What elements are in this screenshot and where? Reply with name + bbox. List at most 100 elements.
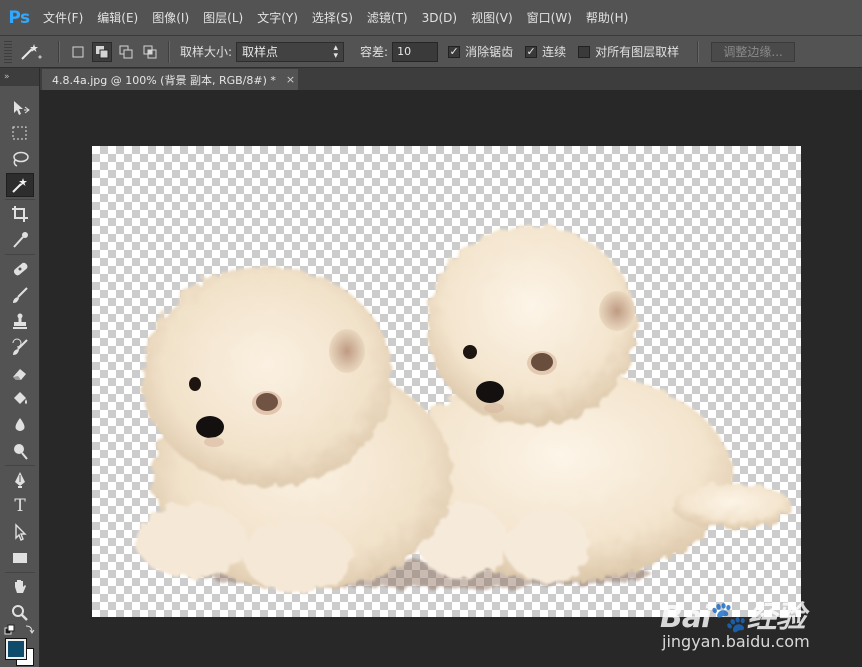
marquee-tool[interactable]	[6, 121, 34, 145]
eyedropper-icon	[13, 232, 28, 248]
stamp-icon	[13, 313, 27, 329]
contiguous-option[interactable]: ✓ 连续	[525, 43, 566, 60]
lasso-tool[interactable]	[6, 147, 34, 171]
intersect-selection-button[interactable]	[140, 42, 160, 62]
checkmark-icon: ✓	[449, 44, 459, 58]
document-tab[interactable]: 4.8.4a.jpg @ 100% (背景 副本, RGB/8#) * ×	[42, 69, 298, 90]
marquee-icon	[12, 126, 27, 140]
watermark-url: jingyan.baidu.com	[662, 632, 810, 651]
hand-tool[interactable]	[6, 575, 34, 599]
sample-size-select[interactable]: 取样点 ▴ ▾	[236, 41, 345, 62]
menu-layer[interactable]: 图层(L)	[196, 0, 250, 36]
tolerance-input[interactable]	[392, 41, 439, 62]
watermark-logo: Bai🐾经验	[660, 592, 810, 636]
blur-tool[interactable]	[6, 413, 34, 437]
options-bar-grip[interactable]	[4, 40, 12, 63]
baidu-jingyan-watermark: Bai🐾经验 jingyan.baidu.com	[660, 592, 810, 651]
checkmark-icon: ✓	[526, 44, 536, 58]
add-to-selection-button[interactable]	[92, 41, 112, 62]
puppies-image	[137, 226, 792, 592]
dodge-icon	[14, 444, 28, 460]
add-to-selection-icon	[96, 45, 109, 58]
brush-tool[interactable]	[6, 283, 34, 307]
tool-separator	[5, 254, 35, 255]
paint-bucket-icon	[14, 392, 27, 404]
rectangle-tool[interactable]	[6, 546, 34, 570]
eyedropper-tool[interactable]	[6, 228, 34, 252]
toolbox: » T	[0, 68, 40, 667]
paw-icon: 🐾	[710, 600, 747, 635]
menu-help[interactable]: 帮助(H)	[579, 0, 635, 36]
magic-wand-icon	[12, 178, 27, 193]
brush-icon	[13, 287, 28, 303]
path-selection-icon	[15, 523, 27, 541]
rectangle-icon	[13, 553, 27, 563]
magic-wand-icon	[21, 43, 42, 60]
magic-wand-tool[interactable]	[6, 173, 34, 197]
pen-tool[interactable]	[6, 468, 34, 492]
zoom-icon	[12, 605, 28, 621]
menu-image[interactable]: 图像(I)	[145, 0, 196, 36]
sample-size-label: 取样大小:	[180, 45, 233, 59]
document-tab-bar: 4.8.4a.jpg @ 100% (背景 副本, RGB/8#) * ×	[40, 68, 862, 90]
contiguous-checkbox[interactable]: ✓	[525, 44, 538, 58]
refine-edge-button[interactable]: 调整边缘...	[711, 41, 796, 62]
menu-select[interactable]: 选择(S)	[305, 0, 360, 36]
eraser-icon	[13, 369, 26, 380]
menu-edit[interactable]: 编辑(E)	[90, 0, 145, 36]
hand-icon	[15, 580, 26, 593]
foreground-color-swatch[interactable]	[5, 638, 27, 660]
antialias-checkbox[interactable]: ✓	[448, 44, 461, 58]
menu-window[interactable]: 窗口(W)	[520, 0, 579, 36]
sample-size-value: 取样点	[242, 45, 279, 59]
document-canvas[interactable]	[92, 146, 801, 617]
menu-type[interactable]: 文字(Y)	[250, 0, 305, 36]
sample-all-layers-option[interactable]: 对所有图层取样	[578, 43, 679, 60]
lasso-icon	[13, 151, 29, 167]
watermark-logo-text: Bai	[660, 600, 711, 635]
clone-stamp-tool[interactable]	[6, 309, 34, 333]
type-tool[interactable]: T	[6, 494, 34, 518]
paint-bucket-tool[interactable]	[6, 387, 34, 411]
subtract-from-selection-button[interactable]	[116, 42, 136, 62]
sample-all-layers-label: 对所有图层取样	[595, 45, 680, 59]
antialias-label: 消除锯齿	[465, 45, 514, 59]
pen-icon	[15, 472, 25, 488]
new-selection-icon	[72, 46, 84, 57]
move-tool[interactable]	[6, 96, 34, 120]
healing-brush-tool[interactable]	[6, 257, 34, 281]
menu-file[interactable]: 文件(F)	[36, 0, 90, 36]
history-brush-tool[interactable]	[6, 335, 34, 359]
sample-all-layers-checkbox[interactable]	[578, 45, 591, 58]
subtract-selection-icon	[119, 45, 133, 58]
menu-3d[interactable]: 3D(D)	[415, 0, 464, 36]
dodge-tool[interactable]	[6, 439, 34, 463]
blur-drop-icon	[15, 418, 25, 431]
color-swatches	[4, 624, 38, 666]
crop-tool[interactable]	[6, 202, 34, 226]
tool-preset-picker[interactable]	[12, 39, 52, 65]
tool-separator	[5, 572, 35, 573]
eraser-tool[interactable]	[6, 361, 34, 385]
crop-icon	[12, 206, 28, 222]
menu-view[interactable]: 视图(V)	[464, 0, 520, 36]
path-selection-tool[interactable]	[6, 520, 34, 544]
canvas-workspace[interactable]	[40, 90, 862, 667]
toolbox-collapse-button[interactable]: »	[0, 68, 39, 86]
menu-filter[interactable]: 滤镜(T)	[360, 0, 415, 36]
separator	[168, 40, 170, 63]
zoom-tool[interactable]	[6, 601, 34, 625]
history-brush-icon	[12, 338, 28, 355]
watermark-logo-suffix: 经验	[746, 600, 806, 635]
menu-bar: Ps 文件(F) 编辑(E) 图像(I) 图层(L) 文字(Y) 选择(S) 滤…	[0, 0, 862, 36]
tolerance-label: 容差:	[360, 45, 389, 59]
bandage-icon	[13, 262, 28, 276]
new-selection-button[interactable]	[68, 42, 88, 62]
document-tab-title: 4.8.4a.jpg @ 100% (背景 副本, RGB/8#) *	[52, 73, 276, 87]
photoshop-logo: Ps	[8, 7, 30, 28]
type-icon: T	[14, 496, 26, 516]
tool-separator	[5, 199, 35, 200]
separator	[58, 40, 60, 63]
antialias-option[interactable]: ✓ 消除锯齿	[448, 43, 513, 60]
close-icon[interactable]: ×	[286, 73, 295, 86]
